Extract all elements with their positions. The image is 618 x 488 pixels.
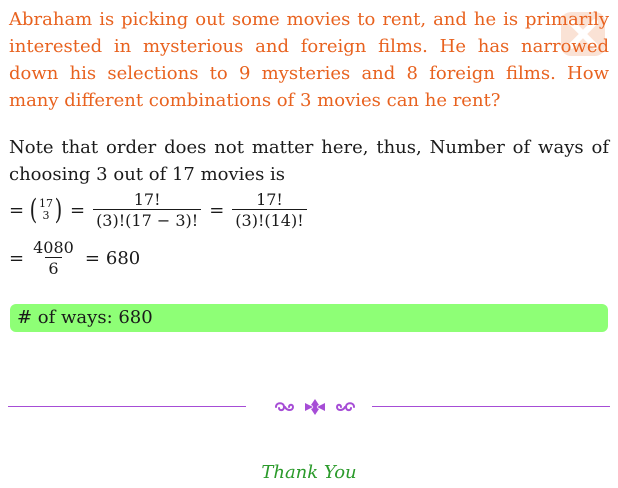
equals-sign: = xyxy=(9,247,25,269)
fraction-factorial-1: 17! (3)!(17 − 3)! xyxy=(93,190,202,230)
binomial-coefficient: ( 17 3 ) xyxy=(29,193,63,226)
fraction-numerator: 4080 xyxy=(33,238,74,257)
fraction-numerator: 17! xyxy=(133,190,161,209)
solution-block: Note that order does not matter here, th… xyxy=(9,134,609,278)
question-text: Abraham is picking out some movies to re… xyxy=(9,9,609,111)
divider-rule-right xyxy=(372,406,610,407)
equals-sign: = xyxy=(209,199,225,221)
fraction-numerator: 17! xyxy=(256,190,283,209)
floral-ornament-icon xyxy=(275,399,355,415)
solution-intro: Note that order does not matter here, th… xyxy=(9,137,609,185)
fraction-simplified: 4080 6 xyxy=(30,238,77,278)
fraction-denominator: (3)!(17 − 3)! xyxy=(93,209,202,230)
answer-box: # of ways: 680 xyxy=(10,304,608,332)
equals-sign: = xyxy=(84,247,100,269)
fraction-factorial-2: 17! (3)!(14)! xyxy=(232,190,307,230)
binomial-bottom: 3 xyxy=(42,209,50,222)
result-value: 680 xyxy=(105,247,141,269)
fraction-denominator: 6 xyxy=(45,257,62,278)
fraction-denominator: (3)!(14)! xyxy=(232,209,307,230)
section-divider xyxy=(8,397,610,417)
equation-step-1: = ( 17 3 ) = 17! (3)!(17 − 3)! = 17! (3)… xyxy=(9,190,609,230)
equals-sign: = xyxy=(9,199,25,221)
question-block: Abraham is picking out some movies to re… xyxy=(9,6,609,114)
equation-step-2: = 4080 6 = 680 xyxy=(9,238,609,278)
divider-rule-left xyxy=(8,406,246,407)
page: Abraham is picking out some movies to re… xyxy=(9,6,609,278)
thank-you-text: Thank You xyxy=(261,462,357,483)
equals-sign: = xyxy=(69,199,86,221)
